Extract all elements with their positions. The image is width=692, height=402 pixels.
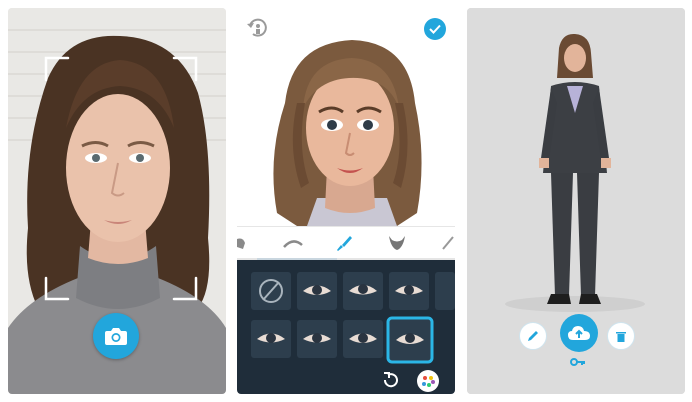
cloud-upload-icon [567, 324, 591, 342]
eyebrow-icon [283, 237, 303, 249]
capture-button[interactable] [93, 313, 139, 359]
category-tabs [237, 226, 455, 261]
avatar-editor-panel [237, 8, 455, 394]
makeup-brush-icon [335, 234, 353, 252]
option-none[interactable] [251, 272, 291, 310]
eye-style-2-icon[interactable] [343, 272, 383, 310]
eye-style-7-icon[interactable] [386, 316, 434, 364]
key-icon [570, 358, 586, 366]
eye-style-6-icon[interactable] [343, 320, 383, 358]
delete-avatar-button[interactable] [607, 322, 635, 350]
color-palette-icon[interactable] [417, 370, 439, 392]
tab-hair[interactable] [237, 237, 247, 251]
eye-style-5-icon[interactable] [297, 320, 337, 358]
avatar-preview-panel [467, 8, 685, 394]
reset-icon[interactable] [381, 370, 401, 390]
hair-icon [237, 237, 247, 251]
undo-avatar-icon[interactable] [245, 16, 269, 40]
avatar-head-preview[interactable] [237, 8, 455, 226]
upload-avatar-button[interactable] [560, 314, 598, 352]
tab-makeup[interactable] [335, 234, 353, 252]
eye-style-4-icon[interactable] [251, 320, 291, 358]
pencil-icon [441, 235, 455, 251]
pencil-icon [527, 330, 539, 342]
eye-style-3-icon[interactable] [389, 272, 429, 310]
camera-icon [104, 326, 128, 346]
eye-style-grid [237, 260, 455, 394]
eye-style-1-icon[interactable] [297, 272, 337, 310]
tab-beard[interactable] [387, 234, 407, 252]
edit-avatar-button[interactable] [519, 322, 547, 350]
tab-eyebrows[interactable] [283, 237, 303, 249]
confirm-button[interactable] [424, 18, 446, 40]
capture-panel [8, 8, 226, 394]
beard-icon [387, 234, 407, 252]
check-icon [429, 24, 441, 34]
tab-accessories[interactable] [441, 235, 455, 251]
trash-icon [615, 330, 627, 343]
